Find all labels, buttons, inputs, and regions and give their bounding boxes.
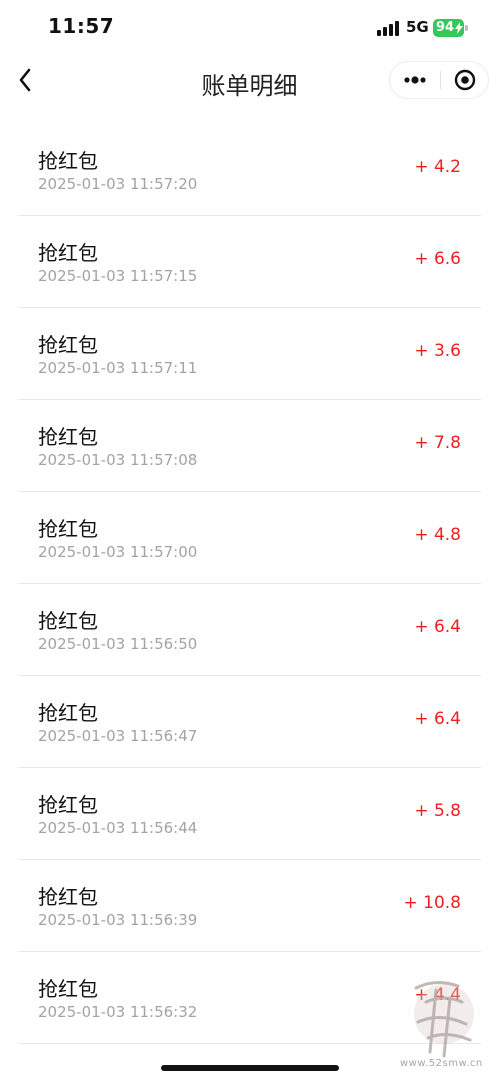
transaction-amount: + 4.2: [414, 157, 461, 177]
navigation-bar: 账单明细: [0, 56, 499, 108]
transaction-amount: + 6.4: [414, 617, 461, 637]
watermark-site: www.52smw.cn: [400, 1058, 483, 1069]
list-item[interactable]: 抢红包 2025-01-03 11:56:39 + 10.8: [18, 860, 481, 952]
transaction-time: 2025-01-03 11:57:20: [38, 175, 198, 193]
list-item[interactable]: 抢红包 2025-01-03 11:56:50 + 6.4: [18, 584, 481, 676]
list-item[interactable]: 抢红包 2025-01-03 11:56:44 + 5.8: [18, 768, 481, 860]
transaction-amount: + 3.6: [414, 341, 461, 361]
transaction-title: 抢红包: [38, 885, 98, 909]
mini-program-capsule: [389, 61, 489, 99]
transaction-time: 2025-01-03 11:56:47: [38, 727, 198, 745]
transaction-time: 2025-01-03 11:56:44: [38, 819, 198, 837]
list-item[interactable]: 抢红包 2025-01-03 11:57:11 + 3.6: [18, 308, 481, 400]
transaction-title: 抢红包: [38, 333, 98, 357]
target-circle-icon[interactable]: [441, 62, 489, 98]
transaction-title: 抢红包: [38, 793, 98, 817]
watermark-logo: [400, 972, 482, 1064]
transaction-title: 抢红包: [38, 425, 98, 449]
list-item[interactable]: 抢红包 2025-01-03 11:57:00 + 4.8: [18, 492, 481, 584]
transaction-time: 2025-01-03 11:56:50: [38, 635, 198, 653]
charging-bolt-icon: [455, 22, 463, 34]
transaction-amount: + 6.6: [414, 249, 461, 269]
home-indicator: [161, 1065, 339, 1071]
transaction-time: 2025-01-03 11:57:00: [38, 543, 198, 561]
list-item[interactable]: 抢红包 2025-01-03 11:56:47 + 6.4: [18, 676, 481, 768]
status-time: 11:57: [48, 14, 115, 38]
status-bar: 11:57 5G 94: [0, 0, 499, 56]
transaction-amount: + 5.8: [414, 801, 461, 821]
battery-level: 94: [436, 20, 455, 35]
transaction-time: 2025-01-03 11:57:08: [38, 451, 198, 469]
transaction-amount: + 6.4: [414, 709, 461, 729]
list-item[interactable]: 抢红包 2025-01-03 11:57:15 + 6.6: [18, 216, 481, 308]
battery-tip: [465, 25, 468, 31]
battery-icon: 94: [433, 19, 464, 37]
network-type: 5G: [406, 18, 429, 36]
more-dots-icon[interactable]: [390, 62, 440, 98]
list-item[interactable]: 抢红包 2025-01-03 11:57:08 + 7.8: [18, 400, 481, 492]
transaction-title: 抢红包: [38, 149, 98, 173]
signal-icon: [377, 20, 401, 36]
transaction-title: 抢红包: [38, 609, 98, 633]
transaction-title: 抢红包: [38, 701, 98, 725]
transaction-list: 抢红包 2025-01-03 11:57:20 + 4.2 抢红包 2025-0…: [18, 124, 481, 1044]
transaction-amount: + 10.8: [403, 893, 462, 913]
list-item[interactable]: 抢红包 2025-01-03 11:57:20 + 4.2: [18, 124, 481, 216]
transaction-title: 抢红包: [38, 977, 98, 1001]
transaction-title: 抢红包: [38, 241, 98, 265]
transaction-title: 抢红包: [38, 517, 98, 541]
transaction-time: 2025-01-03 11:56:39: [38, 911, 198, 929]
transaction-amount: + 4.8: [414, 525, 461, 545]
transaction-time: 2025-01-03 11:56:32: [38, 1003, 198, 1021]
transaction-time: 2025-01-03 11:57:11: [38, 359, 198, 377]
transaction-amount: + 7.8: [414, 433, 461, 453]
transaction-time: 2025-01-03 11:57:15: [38, 267, 198, 285]
